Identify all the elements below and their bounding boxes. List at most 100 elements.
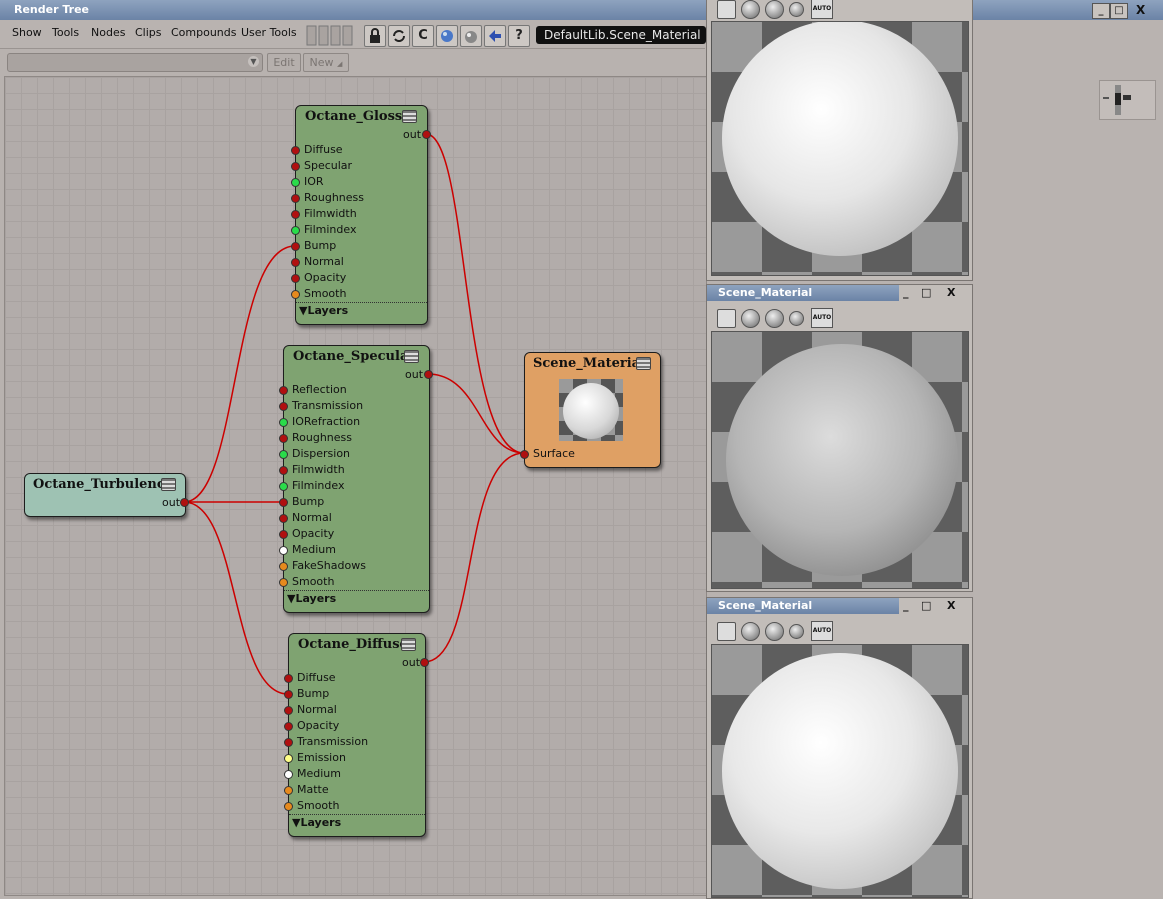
minimize-button[interactable]: _ xyxy=(1092,3,1110,19)
port-dot[interactable] xyxy=(284,754,293,763)
preview-minimize-button[interactable]: _ xyxy=(903,599,909,612)
thumbnail-sphere xyxy=(563,383,619,439)
port-dot[interactable] xyxy=(279,578,288,587)
node-menu-icon[interactable] xyxy=(636,357,651,370)
port-dot[interactable] xyxy=(291,226,300,235)
render-sphere-icon[interactable] xyxy=(789,624,804,639)
preview-toolbar: AUTO xyxy=(711,306,961,330)
wire-glossy-to-surface xyxy=(425,133,525,454)
preview-close-button[interactable]: X xyxy=(947,599,955,612)
navigation-widget[interactable] xyxy=(1099,80,1156,120)
preview-maximize-button[interactable]: □ xyxy=(921,286,931,299)
preview-title: Scene_Material xyxy=(707,285,899,301)
port-dot[interactable] xyxy=(279,402,288,411)
render-sphere-icon[interactable] xyxy=(789,311,804,326)
port-dot[interactable] xyxy=(279,498,288,507)
wire-specular-to-surface xyxy=(427,373,525,454)
port-dot[interactable] xyxy=(279,418,288,427)
port-dot[interactable] xyxy=(284,706,293,715)
maximize-button[interactable]: □ xyxy=(1110,3,1128,19)
preview-window-middle: Scene_Material _ □ X AUTO xyxy=(706,284,973,592)
port-dot[interactable] xyxy=(291,242,300,251)
checklist-icon[interactable] xyxy=(717,0,736,19)
port-dot[interactable] xyxy=(279,514,288,523)
port-label: Normal xyxy=(304,255,344,268)
checklist-icon[interactable] xyxy=(717,622,736,641)
port-dot[interactable] xyxy=(291,162,300,171)
preview-render-image xyxy=(711,644,969,898)
close-button[interactable]: X xyxy=(1136,3,1145,17)
render-sphere-icon[interactable] xyxy=(765,309,784,328)
surface-port-dot[interactable] xyxy=(520,450,529,459)
port-dot[interactable] xyxy=(291,258,300,267)
port-dot[interactable] xyxy=(279,562,288,571)
node-octane-glossy[interactable]: Octane_Glossy out Diffuse Specular IOR R… xyxy=(291,105,431,325)
port-dot[interactable] xyxy=(279,450,288,459)
port-label: Specular xyxy=(304,159,353,172)
port-label: Roughness xyxy=(304,191,365,204)
port-dot[interactable] xyxy=(291,194,300,203)
node-menu-icon[interactable] xyxy=(404,350,419,363)
port-label: Diffuse xyxy=(297,671,336,684)
render-sphere-icon[interactable] xyxy=(741,622,760,641)
render-sphere-icon[interactable] xyxy=(765,622,784,641)
port-label: Medium xyxy=(297,767,341,780)
port-label: Normal xyxy=(292,511,332,524)
port-dot[interactable] xyxy=(279,434,288,443)
port-label: Medium xyxy=(292,543,336,556)
port-dot[interactable] xyxy=(284,722,293,731)
auto-refresh-toggle[interactable]: AUTO xyxy=(811,0,833,19)
layers-toggle[interactable]: ▼Layers xyxy=(289,814,425,830)
auto-refresh-toggle[interactable]: AUTO xyxy=(811,308,833,328)
port-label: Roughness xyxy=(292,431,353,444)
render-sphere-icon[interactable] xyxy=(741,309,760,328)
render-sphere-icon[interactable] xyxy=(765,0,784,19)
node-octane-turbulence[interactable]: Octane_Turbulence out xyxy=(24,473,189,517)
output-label: out xyxy=(405,368,424,381)
port-label: IORefraction xyxy=(292,415,361,428)
output-port-dot[interactable] xyxy=(424,370,433,379)
port-dot[interactable] xyxy=(284,770,293,779)
port-dot[interactable] xyxy=(279,482,288,491)
output-port-dot[interactable] xyxy=(180,498,189,507)
port-dot[interactable] xyxy=(284,674,293,683)
port-label: Filmindex xyxy=(304,223,357,236)
port-dot[interactable] xyxy=(284,738,293,747)
port-dot[interactable] xyxy=(279,546,288,555)
port-dot[interactable] xyxy=(291,178,300,187)
layers-toggle[interactable]: ▼Layers xyxy=(296,302,427,318)
preview-close-button[interactable]: X xyxy=(947,286,955,299)
port-dot[interactable] xyxy=(284,786,293,795)
wire-turb-to-glossy-bump xyxy=(183,245,296,503)
node-menu-icon[interactable] xyxy=(402,110,417,123)
port-label: Dispersion xyxy=(292,447,351,460)
layers-toggle[interactable]: ▼Layers xyxy=(284,590,429,606)
port-dot[interactable] xyxy=(279,530,288,539)
rendered-sphere xyxy=(722,22,958,256)
port-dot[interactable] xyxy=(284,690,293,699)
port-dot[interactable] xyxy=(279,386,288,395)
output-port-dot[interactable] xyxy=(420,658,429,667)
node-octane-diffuse[interactable]: Octane_Diffuse out Diffuse Bump Normal O… xyxy=(284,633,429,837)
port-label: Opacity xyxy=(297,719,340,732)
auto-refresh-toggle[interactable]: AUTO xyxy=(811,621,833,641)
node-octane-specular[interactable]: Octane_Specular out Reflection Transmiss… xyxy=(279,345,433,613)
output-port-dot[interactable] xyxy=(422,130,431,139)
material-thumbnail xyxy=(559,379,623,441)
node-menu-icon[interactable] xyxy=(401,638,416,651)
port-dot[interactable] xyxy=(279,466,288,475)
port-dot[interactable] xyxy=(291,290,300,299)
port-label: Opacity xyxy=(304,271,347,284)
port-label: Filmwidth xyxy=(304,207,357,220)
render-sphere-icon[interactable] xyxy=(741,0,760,19)
render-sphere-icon[interactable] xyxy=(789,2,804,17)
port-dot[interactable] xyxy=(291,146,300,155)
checklist-icon[interactable] xyxy=(717,309,736,328)
port-dot[interactable] xyxy=(291,274,300,283)
port-dot[interactable] xyxy=(284,802,293,811)
preview-minimize-button[interactable]: _ xyxy=(903,286,909,299)
node-scene-material[interactable]: Scene_Material Surface xyxy=(520,352,661,468)
port-dot[interactable] xyxy=(291,210,300,219)
preview-maximize-button[interactable]: □ xyxy=(921,599,931,612)
node-menu-icon[interactable] xyxy=(161,478,176,491)
